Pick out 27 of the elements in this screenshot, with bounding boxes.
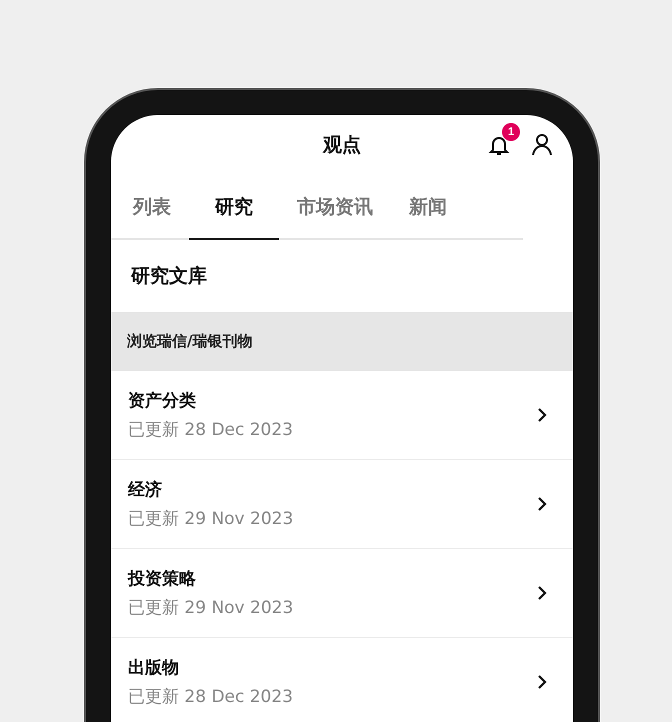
chevron-right-icon xyxy=(537,407,547,423)
item-updated-date: 已更新 29 Nov 2023 xyxy=(128,508,294,530)
list-item[interactable]: 投资策略 已更新 29 Nov 2023 xyxy=(111,549,573,638)
item-title: 资产分类 xyxy=(128,390,197,412)
screen-title: 观点 xyxy=(323,133,361,158)
tab[interactable]: 新闻 xyxy=(391,175,465,240)
notifications-button[interactable]: 1 xyxy=(487,123,521,157)
item-title: 投资策略 xyxy=(128,568,197,590)
list-item[interactable]: 出版物 已更新 28 Dec 2023 xyxy=(111,638,573,722)
tab[interactable]: 列表 xyxy=(115,175,189,240)
chevron-right-icon xyxy=(537,496,547,512)
item-updated-date: 已更新 29 Nov 2023 xyxy=(128,597,294,619)
tab[interactable]: 市场资讯 xyxy=(279,175,391,240)
tab[interactable]: 研究 xyxy=(189,175,279,240)
chevron-right-icon xyxy=(537,674,547,690)
notification-badge: 1 xyxy=(502,123,520,141)
item-title: 出版物 xyxy=(128,657,180,679)
chevron-right-icon xyxy=(537,585,547,601)
user-icon xyxy=(530,132,554,156)
group-header: 浏览瑞信/瑞银刊物 xyxy=(111,312,573,371)
profile-button[interactable] xyxy=(529,131,555,157)
list-item[interactable]: 经济 已更新 29 Nov 2023 xyxy=(111,460,573,549)
list-item[interactable]: 资产分类 已更新 28 Dec 2023 xyxy=(111,371,573,460)
item-updated-date: 已更新 28 Dec 2023 xyxy=(128,419,294,441)
item-title: 经济 xyxy=(128,479,163,501)
item-updated-date: 已更新 28 Dec 2023 xyxy=(128,686,294,708)
section-title: 研究文库 xyxy=(130,264,208,289)
